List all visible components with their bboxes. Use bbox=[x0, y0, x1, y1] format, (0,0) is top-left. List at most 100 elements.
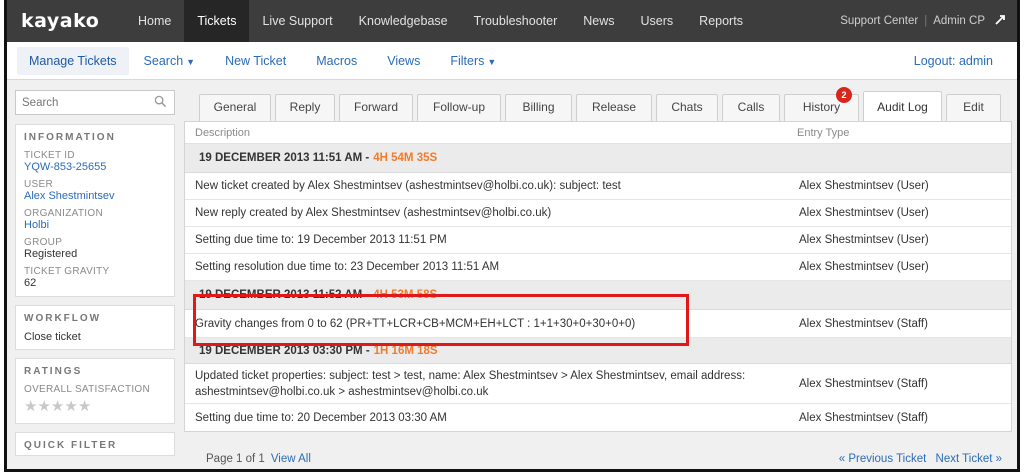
pagination-bar: Page 1 of 1 View All « Previous Ticket N… bbox=[184, 444, 1012, 469]
search-icon[interactable] bbox=[154, 95, 167, 108]
tab-history-label: History bbox=[802, 100, 841, 114]
ticket-id-value[interactable]: YQW-853-25655 bbox=[16, 161, 174, 176]
row-entry-type: Alex Shestmintsev (Staff) bbox=[799, 377, 928, 390]
tab-history[interactable]: History 2 bbox=[784, 87, 859, 121]
ticket-gravity-label: TICKET GRAVITY bbox=[24, 266, 110, 277]
table-header: Description Entry Type bbox=[185, 122, 1011, 144]
previous-ticket-link[interactable]: « Previous Ticket bbox=[839, 453, 927, 465]
nav-separator: | bbox=[924, 15, 928, 27]
workflow-heading: WORKFLOW bbox=[24, 313, 102, 324]
next-ticket-link[interactable]: Next Ticket » bbox=[936, 453, 1002, 465]
table-row: Setting due time to: 20 December 2013 03… bbox=[185, 404, 1011, 431]
subnav-new-ticket[interactable]: New Ticket bbox=[210, 42, 301, 80]
nav-reports[interactable]: Reports bbox=[686, 0, 756, 42]
ratings-panel: RATINGS OVERALL SATISFACTION ★★★★★ bbox=[15, 358, 175, 424]
app-window: kayako Home Tickets Live Support Knowled… bbox=[4, 0, 1020, 472]
table-row: Setting due time to: 19 December 2013 11… bbox=[185, 227, 1011, 254]
row-description: New reply created by Alex Shestmintsev (… bbox=[195, 207, 552, 219]
group-elapsed: 1H 16M 18S bbox=[373, 344, 438, 357]
organization-label: ORGANIZATION bbox=[24, 208, 103, 219]
nav-news[interactable]: News bbox=[570, 0, 627, 42]
tab-edit[interactable]: Edit bbox=[946, 94, 1001, 121]
subnav-macros[interactable]: Macros bbox=[301, 42, 372, 80]
user-label: USER bbox=[24, 179, 53, 190]
sidebar-search bbox=[15, 90, 175, 115]
user-value[interactable]: Alex Shestmintsev bbox=[16, 190, 174, 205]
support-center-link[interactable]: Support Center bbox=[840, 15, 918, 27]
subnav-views[interactable]: Views bbox=[372, 42, 435, 80]
star-icon[interactable]: ★ bbox=[51, 398, 64, 415]
star-icon[interactable]: ★ bbox=[37, 398, 50, 415]
tab-reply[interactable]: Reply bbox=[275, 94, 335, 121]
star-icon[interactable]: ★ bbox=[24, 398, 37, 415]
quick-filter-heading: QUICK FILTER bbox=[24, 440, 118, 451]
group-date: 19 DECEMBER 2013 11:52 AM - bbox=[199, 289, 370, 301]
admin-cp-link[interactable]: Admin CP bbox=[933, 15, 985, 27]
tab-release[interactable]: Release bbox=[576, 94, 652, 121]
date-group-row: 19 DECEMBER 2013 11:52 AM - 4H 53M 58S bbox=[185, 281, 1011, 310]
information-heading: INFORMATION bbox=[24, 132, 116, 143]
ticket-tabs: General Reply Forward Follow-up Billing … bbox=[184, 87, 1012, 121]
nav-live-support[interactable]: Live Support bbox=[249, 0, 345, 42]
kayako-logo[interactable]: kayako bbox=[7, 10, 125, 32]
row-entry-type: Alex Shestmintsev (User) bbox=[799, 180, 929, 192]
star-icon[interactable]: ★ bbox=[78, 398, 91, 415]
tab-audit-log[interactable]: Audit Log bbox=[863, 91, 942, 121]
group-elapsed: 4H 54M 35S bbox=[373, 152, 438, 164]
nav-knowledgebase[interactable]: Knowledgebase bbox=[346, 0, 461, 42]
fullscreen-icon[interactable] bbox=[985, 14, 1017, 28]
nav-tickets[interactable]: Tickets bbox=[184, 0, 250, 42]
group-value: Registered bbox=[24, 248, 78, 260]
subnav-filters[interactable]: Filters ▼ bbox=[435, 42, 511, 80]
tab-billing[interactable]: Billing bbox=[505, 94, 572, 121]
ticket-navigation: « Previous Ticket Next Ticket » bbox=[839, 453, 1002, 465]
group-date: 19 DECEMBER 2013 03:30 PM - bbox=[199, 344, 370, 357]
close-ticket-link[interactable]: Close ticket bbox=[16, 328, 174, 349]
row-description: Setting due time to: 20 December 2013 03… bbox=[195, 411, 447, 424]
row-description: Gravity changes from 0 to 62 (PR+TT+LCR+… bbox=[195, 317, 636, 330]
overall-satisfaction-label: OVERALL SATISFACTION bbox=[24, 384, 151, 395]
sidebar-search-input[interactable] bbox=[16, 91, 146, 114]
tab-general[interactable]: General bbox=[199, 94, 271, 121]
row-entry-type: Alex Shestmintsev (Staff) bbox=[799, 317, 928, 330]
date-group-row: 19 DECEMBER 2013 11:51 AM - 4H 54M 35S bbox=[185, 144, 1011, 173]
table-row: Gravity changes from 0 to 62 (PR+TT+LCR+… bbox=[185, 310, 1011, 338]
tab-forward[interactable]: Forward bbox=[339, 94, 413, 121]
top-right-links: Support Center | Admin CP bbox=[840, 0, 1017, 42]
page-indicator: Page 1 of 1 bbox=[206, 453, 265, 465]
tab-calls[interactable]: Calls bbox=[722, 94, 780, 121]
organization-value[interactable]: Holbi bbox=[16, 219, 174, 234]
table-row: Setting resolution due time to: 23 Decem… bbox=[185, 254, 1011, 281]
column-entry-type: Entry Type bbox=[797, 126, 850, 139]
logout-link[interactable]: Logout: admin bbox=[914, 42, 993, 80]
row-description: Updated ticket properties: subject: test… bbox=[195, 369, 746, 398]
nav-troubleshooter[interactable]: Troubleshooter bbox=[461, 0, 571, 42]
group-elapsed: 4H 53M 58S bbox=[373, 289, 438, 301]
audit-log-table: Description Entry Type 19 DECEMBER 2013 … bbox=[184, 121, 1012, 432]
top-navigation: kayako Home Tickets Live Support Knowled… bbox=[7, 0, 1017, 42]
column-description: Description bbox=[195, 126, 251, 139]
subnav-filters-label: Filters bbox=[450, 53, 485, 68]
star-icon[interactable]: ★ bbox=[64, 398, 77, 415]
row-entry-type: Alex Shestmintsev (Staff) bbox=[799, 411, 928, 424]
date-group-row: 19 DECEMBER 2013 03:30 PM - 1H 16M 18S bbox=[185, 338, 1011, 364]
view-all-link[interactable]: View All bbox=[271, 453, 311, 465]
ticket-gravity-value: 62 bbox=[24, 277, 37, 289]
nav-home[interactable]: Home bbox=[125, 0, 184, 42]
table-row: New ticket created by Alex Shestmintsev … bbox=[185, 173, 1011, 200]
subnav-search[interactable]: Search ▼ bbox=[129, 42, 211, 80]
tab-follow-up[interactable]: Follow-up bbox=[417, 94, 501, 121]
tab-chats[interactable]: Chats bbox=[656, 94, 718, 121]
ticket-id-label: TICKET ID bbox=[24, 150, 75, 161]
row-description: New ticket created by Alex Shestmintsev … bbox=[195, 180, 621, 192]
star-rating[interactable]: ★★★★★ bbox=[16, 395, 174, 423]
nav-users[interactable]: Users bbox=[628, 0, 687, 42]
subnav-manage-tickets[interactable]: Manage Tickets bbox=[17, 46, 129, 75]
content-area: INFORMATION TICKET ID YQW-853-25655 USER… bbox=[7, 80, 1017, 469]
table-row: Updated ticket properties: subject: test… bbox=[185, 364, 1011, 404]
ratings-heading: RATINGS bbox=[24, 366, 83, 377]
sidebar: INFORMATION TICKET ID YQW-853-25655 USER… bbox=[15, 90, 175, 464]
row-description: Setting resolution due time to: 23 Decem… bbox=[195, 261, 500, 273]
table-row: New reply created by Alex Shestmintsev (… bbox=[185, 200, 1011, 227]
subnav-search-label: Search bbox=[143, 53, 184, 68]
